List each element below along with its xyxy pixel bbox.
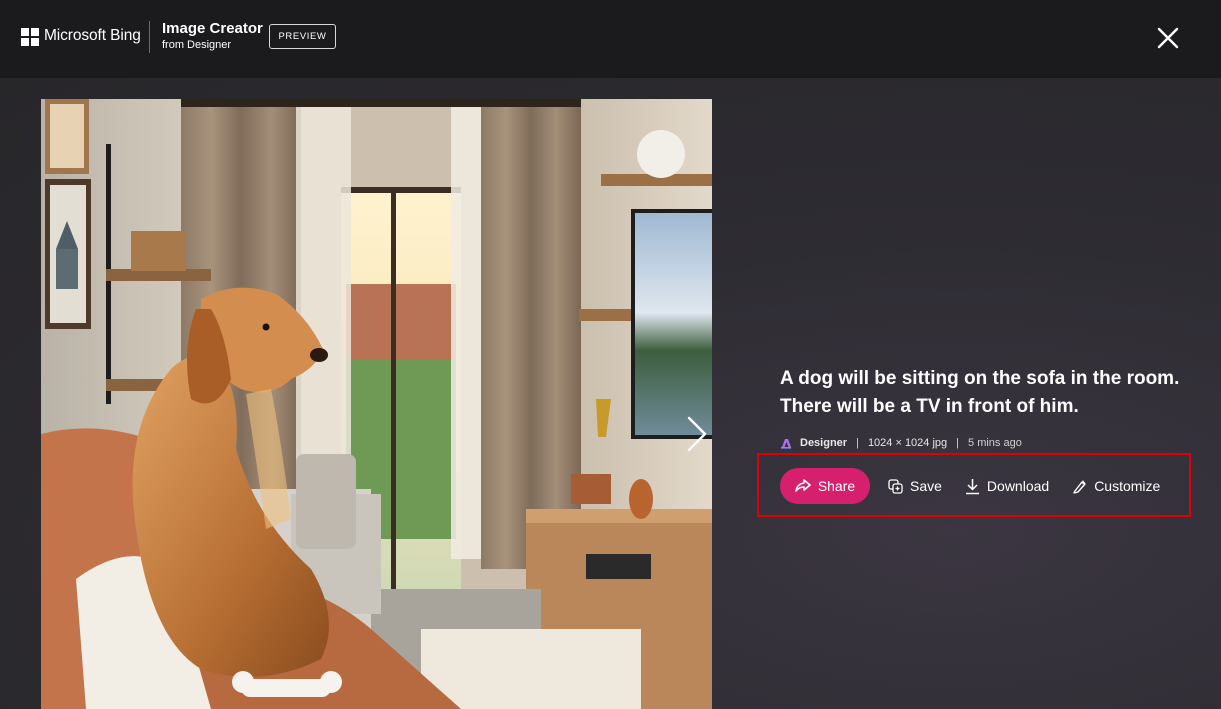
save-button[interactable]: Save [888, 478, 942, 494]
header-divider [149, 21, 150, 53]
meta-separator: | [956, 437, 960, 449]
image-viewer: A dog will be sitting on the sofa in the… [0, 78, 1221, 709]
chevron-right-icon [687, 416, 707, 452]
share-label: Share [817, 478, 856, 494]
top-bar: Microsoft Bing Image Creator from Design… [0, 0, 1221, 78]
app-subtitle: from Designer [162, 39, 232, 51]
customize-label: Customize [1094, 478, 1161, 494]
image-dimensions: 1024 × 1024 jpg [867, 437, 948, 449]
brand-name[interactable]: Microsoft Bing [44, 27, 141, 45]
microsoft-logo-icon[interactable] [21, 28, 39, 46]
close-button[interactable] [1155, 25, 1181, 51]
customize-button[interactable]: Customize [1072, 478, 1160, 494]
preview-badge: PREVIEW [269, 24, 336, 49]
save-label: Save [910, 478, 942, 494]
next-image-button[interactable] [681, 414, 711, 454]
action-bar: Share Save Download Customize [780, 468, 1160, 504]
customize-icon [1073, 479, 1086, 494]
download-label: Download [986, 478, 1050, 494]
share-icon [795, 479, 811, 492]
save-icon [888, 478, 903, 494]
image-meta: Designer | 1024 × 1024 jpg | 5 mins ago [780, 435, 1022, 451]
download-button[interactable]: Download [965, 478, 1049, 495]
close-icon [1157, 27, 1179, 49]
generated-image[interactable] [41, 99, 712, 709]
image-prompt: A dog will be sitting on the sofa in the… [780, 368, 1180, 417]
app-title[interactable]: Image Creator [162, 20, 263, 37]
time-ago: 5 mins ago [968, 437, 1022, 449]
share-button[interactable]: Share [780, 468, 870, 504]
designer-icon [781, 439, 791, 449]
download-icon [965, 478, 979, 494]
meta-separator: | [856, 437, 859, 449]
creator-name[interactable]: Designer [800, 437, 847, 449]
